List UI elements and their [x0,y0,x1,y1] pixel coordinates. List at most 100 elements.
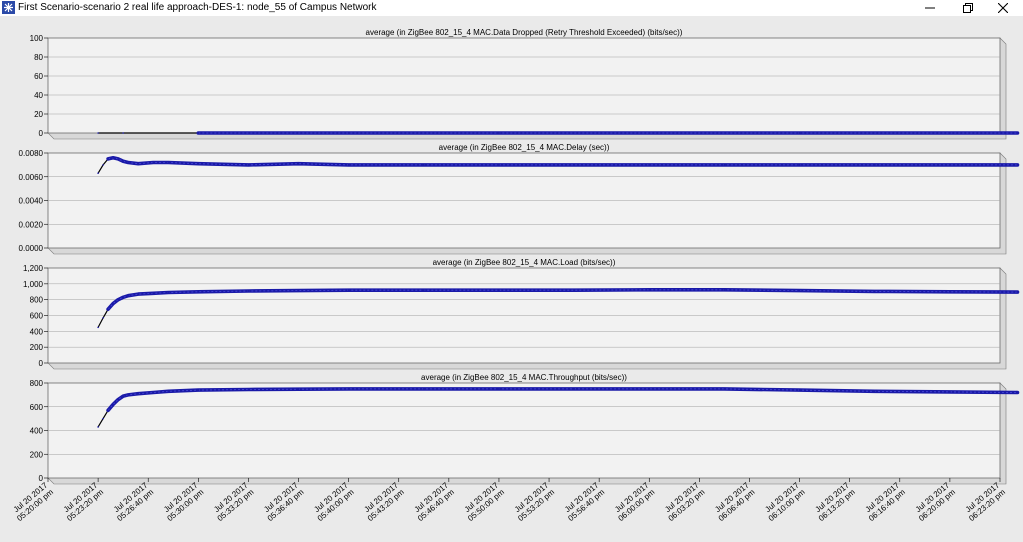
data-point [112,403,114,406]
x-tick-label: Jul 20 201705:33:20 pm [212,480,256,523]
y-tick-label: 600 [30,312,44,321]
window-title: First Scenario-scenario 2 real life appr… [18,2,377,13]
chart-title: average (in ZigBee 802_15_4 MAC.Delay (s… [439,143,610,152]
x-tick-label: Jul 20 201706:20:00 pm [914,480,958,523]
minimize-button[interactable] [915,0,945,16]
data-point [648,132,651,134]
y-tick-label: 800 [30,296,44,305]
data-point [137,293,139,295]
data-point [297,289,300,292]
y-tick-label: 20 [34,110,43,119]
data-point [197,389,200,391]
data-point [137,162,139,165]
y-tick-label: 0.0080 [19,149,44,158]
x-tick-label: Jul 20 201705:40:00 pm [312,480,356,523]
app-icon [2,1,15,14]
y-tick-label: 200 [30,343,44,352]
y-tick-label: 800 [30,379,44,388]
chart-title: average (in ZigBee 802_15_4 MAC.Throughp… [421,373,627,382]
data-point [422,164,425,166]
data-point [112,156,114,159]
data-point [297,162,300,165]
data-point [723,288,726,291]
data-point [152,391,155,394]
x-tick-label: Jul 20 201706:10:00 pm [763,480,807,523]
plot-panel [47,37,1001,134]
x-tick-label: Jul 20 201706:06:40 pm [713,480,757,523]
data-point [798,132,801,134]
data-point [167,291,170,294]
y-tick-label: 0 [39,129,44,138]
restore-button[interactable] [953,0,983,16]
y-tick-label: 600 [30,403,44,412]
data-point [107,158,109,160]
data-point [573,388,575,390]
data-point [152,292,155,295]
data-point [723,164,726,166]
chart-area: average (in ZigBee 802_15_4 MAC.Data Dro… [12,28,1020,523]
data-point [117,158,119,160]
data-point [498,388,500,390]
data-point [197,132,200,134]
data-point [949,391,951,393]
data-point [648,164,651,166]
x-tick-label: Jul 20 201705:23:20 pm [62,480,106,523]
data-point [97,426,99,428]
x-tick-label: Jul 20 201706:16:40 pm [864,480,908,523]
y-tick-label: 0.0020 [19,220,44,229]
y-tick-label: 60 [34,72,43,81]
data-point [197,162,200,165]
data-point [167,161,170,164]
data-point [97,132,99,134]
data-point [107,308,109,310]
data-point [347,132,350,134]
data-point [422,289,425,291]
data-point [247,388,250,391]
data-point [873,164,876,166]
x-tick-label: Jul 20 201705:20:00 pm [12,480,56,523]
chart-panel-2: average (in ZigBee 802_15_4 MAC.Delay (s… [19,143,1020,255]
data-point [648,288,651,291]
data-point [197,290,200,293]
data-point [152,161,155,164]
x-tick-label: Jul 20 201706:23:20 pm [964,480,1008,523]
x-tick-label: Jul 20 201705:56:40 pm [563,480,607,523]
data-point [798,164,801,166]
chart-panel-4: average (in ZigBee 802_15_4 MAC.Throughp… [30,373,1020,485]
chart-title: average (in ZigBee 802_15_4 MAC.Load (bi… [433,258,616,267]
x-tick-label: Jul 20 201705:43:20 pm [363,480,407,523]
close-icon [997,2,1009,14]
x-tick-label: Jul 20 201706:00:00 pm [613,480,657,523]
data-point [97,172,99,174]
data-point [873,390,876,393]
data-point [723,388,726,390]
data-point [498,132,500,134]
y-tick-label: 0.0040 [19,197,44,206]
restore-icon [963,3,973,13]
y-tick-label: 200 [30,450,44,459]
data-point [798,389,801,391]
data-point [127,161,129,164]
chart-panel-1: average (in ZigBee 802_15_4 MAC.Data Dro… [30,28,1020,140]
data-point [117,398,119,401]
data-point [127,394,129,396]
data-point [347,289,350,291]
data-point [102,317,104,319]
y-tick-label: 0.0060 [19,173,44,182]
close-button[interactable] [988,0,1018,16]
data-point [247,164,250,166]
x-tick-label: Jul 20 201705:30:00 pm [162,480,206,523]
data-point [167,390,170,393]
data-point [648,388,651,390]
data-point [422,388,425,390]
data-point [347,388,350,390]
data-point [498,289,500,291]
y-tick-label: 0 [39,359,44,368]
y-tick-label: 100 [30,34,44,43]
x-tick-label: Jul 20 201705:53:20 pm [513,480,557,523]
y-tick-label: 0.0000 [19,244,44,253]
x-tick-label: Jul 20 201705:50:00 pm [463,480,507,523]
x-tick-label: Jul 20 201706:13:20 pm [814,480,858,523]
data-point [137,392,139,395]
data-point [1016,391,1019,394]
